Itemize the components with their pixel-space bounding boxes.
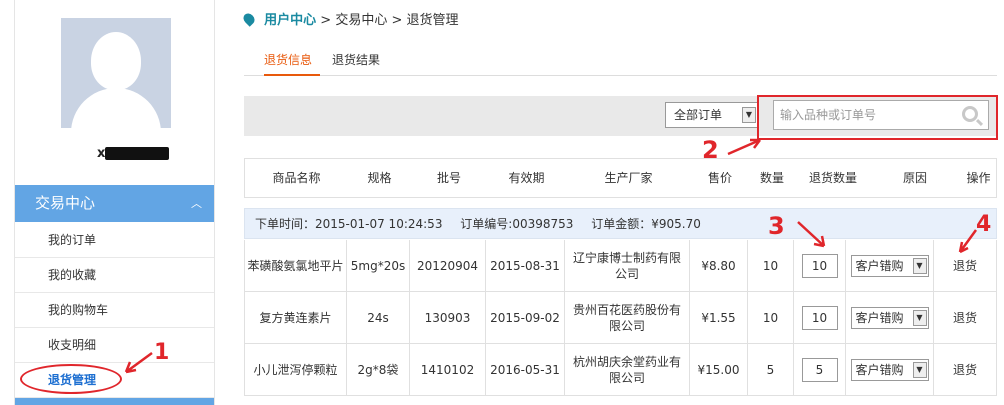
breadcrumb-separator: > (320, 13, 332, 28)
annotation-arrow-4 (958, 229, 978, 254)
table-header: 商品名称 规格 批号 有效期 生产厂家 售价 数量 退货数量 原因 操作 (244, 158, 997, 198)
sidebar-item-cart[interactable]: 我的购物车 (15, 293, 214, 328)
reason-value: 客户错购 (855, 362, 904, 377)
reason-value: 客户错购 (855, 258, 904, 273)
cell-manufacturer: 贵州百花医药股份有限公司 (565, 292, 690, 344)
cell-batch: 130903 (410, 292, 486, 344)
return-button[interactable]: 退货 (953, 258, 977, 274)
sidebar-item-favorites[interactable]: 我的收藏 (15, 258, 214, 293)
table-row: 复方黄连素片 24s 130903 2015-09-02 贵州百花医药股份有限公… (244, 292, 997, 344)
breadcrumb-separator: > (391, 13, 403, 28)
annotation-box (757, 95, 998, 140)
return-button[interactable]: 退货 (953, 310, 977, 326)
table-row: 苯磺酸氨氯地平片 5mg*20s 20120904 2015-08-31 辽宁康… (244, 240, 997, 292)
column-header: 商品名称 (272, 171, 321, 185)
return-quantity-input[interactable]: 10 (801, 305, 838, 330)
column-header: 操作 (966, 171, 991, 185)
sidebar: x 交易中心 ︿ 我的订单 我的收藏 我的购物车 收支明细 退货管理 (14, 0, 215, 405)
annotation-arrow-2 (727, 138, 761, 156)
username: x (97, 146, 170, 161)
cell-batch: 1410102 (410, 344, 486, 396)
breadcrumb-trade-center[interactable]: 交易中心 (335, 13, 387, 28)
cell-return-qty: 5 (794, 344, 846, 396)
order-filter-select[interactable]: 全部订单 ▼ (665, 102, 759, 128)
cell-expiry: 2015-09-02 (486, 292, 565, 344)
order-amount: 订单金额：¥905.70 (591, 217, 701, 231)
cell-product-name: 复方黄连素片 (244, 292, 347, 344)
cell-product-name: 小儿泄泻停颗粒 (244, 344, 347, 396)
cell-expiry: 2015-08-31 (486, 240, 565, 292)
annotation-arrow-1 (124, 351, 153, 374)
reason-value: 客户错购 (855, 310, 904, 325)
avatar-head-shape (91, 32, 141, 90)
cell-reason: 客户错购 ▼ (846, 240, 934, 292)
table-row: 小儿泄泻停颗粒 2g*8袋 1410102 2016-05-31 杭州胡庆余堂药… (244, 344, 997, 396)
order-time: 下单时间：2015-01-07 10:24:53 (255, 217, 443, 231)
avatar-body-shape (71, 88, 161, 128)
cell-spec: 24s (347, 292, 410, 344)
cell-reason: 客户错购 ▼ (846, 292, 934, 344)
annotation-number-3: 3 (768, 212, 785, 240)
breadcrumb-home[interactable]: 用户中心 (264, 13, 316, 28)
sidebar-item-income-expense[interactable]: 收支明细 (15, 328, 214, 363)
tab-return-result[interactable]: 退货结果 (332, 46, 388, 76)
column-header: 生产厂家 (604, 171, 653, 185)
reason-select[interactable]: 客户错购 ▼ (850, 254, 929, 277)
order-info-bar: 下单时间：2015-01-07 10:24:53 订单编号:00398753 订… (244, 208, 997, 239)
avatar (61, 18, 171, 128)
return-quantity-input[interactable]: 10 (801, 253, 838, 278)
tab-bar: 退货信息 退货结果 (244, 46, 997, 76)
cell-price: ¥1.55 (690, 292, 748, 344)
sidebar-item-my-orders[interactable]: 我的订单 (15, 223, 214, 258)
reason-select[interactable]: 客户错购 ▼ (850, 306, 929, 329)
column-header: 退货数量 (808, 171, 857, 185)
breadcrumb: 用户中心 > 交易中心 > 退货管理 (241, 9, 459, 28)
column-header: 原因 (902, 171, 927, 185)
cell-price: ¥15.00 (690, 344, 748, 396)
breadcrumb-current: 退货管理 (406, 13, 459, 28)
chevron-up-icon[interactable]: ︿ (191, 185, 202, 222)
return-button[interactable]: 退货 (953, 362, 977, 378)
cell-reason: 客户错购 ▼ (846, 344, 934, 396)
dropdown-arrow-icon[interactable]: ▼ (742, 107, 756, 123)
cell-quantity: 5 (748, 344, 794, 396)
menu-header-trade-center[interactable]: 交易中心 ︿ (15, 185, 214, 222)
cell-spec: 5mg*20s (347, 240, 410, 292)
menu-bottom-bar (15, 398, 214, 405)
username-redaction (105, 147, 170, 160)
reason-select[interactable]: 客户错购 ▼ (850, 358, 929, 381)
cell-action: 退货 (934, 344, 997, 396)
cell-spec: 2g*8袋 (347, 344, 410, 396)
cell-batch: 20120904 (410, 240, 486, 292)
column-header: 规格 (367, 171, 392, 185)
column-header: 售价 (707, 171, 732, 185)
order-filter-value: 全部订单 (674, 108, 723, 122)
cell-action: 退货 (934, 292, 997, 344)
cell-product-name: 苯磺酸氨氯地平片 (244, 240, 347, 292)
cell-expiry: 2016-05-31 (486, 344, 565, 396)
column-header: 数量 (759, 171, 784, 185)
menu-header-label: 交易中心 (35, 194, 96, 212)
column-header: 批号 (436, 171, 461, 185)
cell-quantity: 10 (748, 240, 794, 292)
column-header: 有效期 (508, 171, 545, 185)
annotation-arrow-3 (797, 221, 826, 248)
order-number: 订单编号:00398753 (460, 217, 574, 231)
dropdown-arrow-icon[interactable]: ▼ (912, 309, 927, 326)
cell-price: ¥8.80 (690, 240, 748, 292)
return-quantity-input[interactable]: 5 (801, 357, 838, 382)
cell-return-qty: 10 (794, 292, 846, 344)
tab-return-info[interactable]: 退货信息 (264, 46, 320, 76)
cell-manufacturer: 杭州胡庆余堂药业有限公司 (565, 344, 690, 396)
dropdown-arrow-icon[interactable]: ▼ (912, 361, 927, 378)
annotation-ring (20, 364, 122, 394)
cell-quantity: 10 (748, 292, 794, 344)
cell-manufacturer: 辽宁康博士制药有限公司 (565, 240, 690, 292)
location-pin-icon (241, 11, 257, 27)
dropdown-arrow-icon[interactable]: ▼ (912, 257, 927, 274)
